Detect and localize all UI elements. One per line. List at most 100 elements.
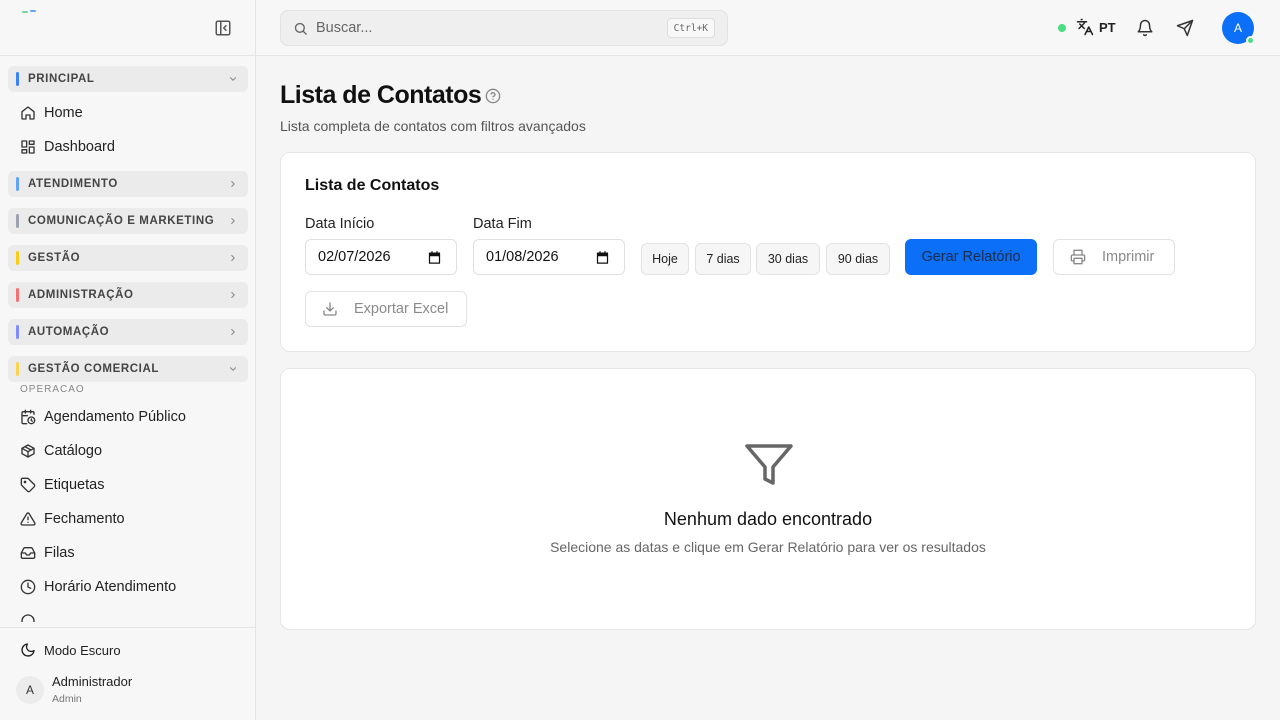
- end-date-label: Data Fim: [473, 216, 532, 232]
- package-icon: [21, 444, 35, 458]
- calendar-icon[interactable]: [595, 250, 610, 265]
- sidebar: PRINCIPAL Home Dashboard ATENDIMENTO COM…: [0, 0, 256, 720]
- nav-group-label: GESTÃO COMERCIAL: [28, 363, 159, 375]
- nav-group-comunicacao-marketing[interactable]: COMUNICAÇÃO E MARKETING: [8, 208, 248, 234]
- nav-group-label: PRINCIPAL: [28, 73, 95, 85]
- download-icon: [323, 302, 337, 316]
- chevron-right-icon: [231, 217, 235, 225]
- group-color-bar: [16, 251, 19, 265]
- export-excel-button[interactable]: Exportar Excel: [305, 291, 467, 327]
- nav-group-label: ADMINISTRAÇÃO: [28, 289, 134, 301]
- dark-mode-toggle[interactable]: Modo Escuro: [20, 642, 121, 658]
- avatar: A: [16, 675, 44, 704]
- chevron-right-icon: [231, 180, 235, 188]
- warning-triangle-icon: [20, 512, 36, 526]
- dashboard-icon: [21, 140, 35, 154]
- nav-group-label: AUTOMAÇÃO: [28, 326, 110, 338]
- sidebar-toggle-icon[interactable]: [214, 19, 232, 37]
- tag-icon: [20, 477, 36, 493]
- sidebar-item-label: Filas: [44, 545, 75, 561]
- sidebar-item-label: Home: [44, 105, 83, 121]
- sidebar-item-agendamento-publico[interactable]: Agendamento Público: [8, 400, 248, 434]
- quick-range-30-days-button[interactable]: 30 dias: [756, 243, 820, 275]
- inbox-icon: [20, 547, 36, 559]
- end-date-value: 01/08/2026: [486, 249, 559, 265]
- chevron-down-icon: [229, 367, 237, 371]
- group-color-bar: [16, 214, 19, 228]
- filters-card-title: Lista de Contatos: [305, 177, 440, 194]
- search-box[interactable]: Ctrl+K: [280, 10, 728, 46]
- language-code: PT: [1099, 19, 1116, 35]
- help-circle-icon[interactable]: [485, 88, 501, 104]
- start-date-label: Data Início: [305, 216, 375, 232]
- circle-icon: [21, 614, 35, 622]
- user-name: Administrador: [52, 674, 133, 689]
- sidebar-item-label: Dashboard: [44, 139, 115, 155]
- send-icon[interactable]: [1176, 19, 1194, 37]
- chevron-down-icon: [229, 77, 237, 81]
- sidebar-item-label: Agendamento Público: [44, 409, 186, 425]
- page-title: Lista de Contatos: [280, 81, 482, 109]
- top-header: Ctrl+K PT A: [256, 0, 1280, 56]
- sidebar-header: [0, 0, 255, 56]
- nav-group-label: ATENDIMENTO: [28, 178, 118, 190]
- chevron-right-icon: [231, 328, 235, 336]
- empty-state-subtitle: Selecione as datas e clique em Gerar Rel…: [550, 539, 986, 555]
- user-profile[interactable]: A Administrador Admin: [16, 674, 132, 705]
- page-subtitle: Lista completa de contatos com filtros a…: [280, 118, 586, 134]
- print-label: Imprimir: [1102, 249, 1155, 265]
- quick-range-90-days-button[interactable]: 90 dias: [826, 243, 890, 275]
- nav-section-label: OPERACAO: [20, 384, 85, 395]
- sidebar-nav: PRINCIPAL Home Dashboard ATENDIMENTO COM…: [8, 66, 248, 622]
- sidebar-item-dashboard[interactable]: Dashboard: [8, 130, 248, 164]
- nav-group-principal[interactable]: PRINCIPAL: [8, 66, 248, 92]
- sidebar-item-home[interactable]: Home: [8, 96, 248, 130]
- moon-icon: [21, 643, 35, 657]
- nav-group-label: GESTÃO: [28, 252, 81, 264]
- sidebar-item-catalogo[interactable]: Catálogo: [8, 434, 248, 468]
- connection-status-dot: [1058, 24, 1066, 32]
- nav-group-automacao[interactable]: AUTOMAÇÃO: [8, 319, 248, 345]
- logo-icon: [22, 10, 36, 13]
- keyboard-shortcut-badge: Ctrl+K: [666, 18, 715, 38]
- nav-group-administracao[interactable]: ADMINISTRAÇÃO: [8, 282, 248, 308]
- group-color-bar: [16, 325, 19, 339]
- nav-group-gestao-comercial[interactable]: GESTÃO COMERCIAL: [8, 356, 248, 382]
- filters-card: Lista de Contatos Data Início 02/07/2026…: [280, 152, 1256, 352]
- quick-range-today-button[interactable]: Hoje: [641, 243, 689, 275]
- chevron-right-icon: [231, 254, 235, 262]
- search-input[interactable]: [316, 20, 646, 36]
- sidebar-item-etiquetas[interactable]: Etiquetas: [8, 468, 248, 502]
- user-role: Admin: [52, 693, 82, 705]
- group-color-bar: [16, 177, 19, 191]
- bell-icon[interactable]: [1136, 19, 1154, 37]
- sidebar-item-partial[interactable]: [8, 604, 248, 622]
- printer-icon: [1070, 249, 1086, 265]
- online-indicator: [1246, 36, 1255, 45]
- nav-group-atendimento[interactable]: ATENDIMENTO: [8, 171, 248, 197]
- language-selector[interactable]: PT: [1076, 18, 1116, 36]
- quick-range-7-days-button[interactable]: 7 dias: [695, 243, 751, 275]
- dark-mode-label: Modo Escuro: [44, 642, 121, 658]
- clock-icon: [20, 579, 36, 595]
- end-date-input[interactable]: 01/08/2026: [473, 239, 625, 275]
- calendar-clock-icon: [21, 409, 36, 425]
- sidebar-item-fechamento[interactable]: Fechamento: [8, 502, 248, 536]
- print-button[interactable]: Imprimir: [1053, 239, 1175, 275]
- group-color-bar: [16, 72, 19, 86]
- filter-funnel-icon: [745, 444, 793, 485]
- empty-state-title: Nenhum dado encontrado: [663, 509, 873, 529]
- chevron-right-icon: [231, 291, 235, 299]
- user-avatar-button[interactable]: A: [1222, 12, 1255, 45]
- start-date-input[interactable]: 02/07/2026: [305, 239, 457, 275]
- calendar-icon[interactable]: [427, 250, 442, 265]
- sidebar-footer: Modo Escuro A Administrador Admin: [0, 627, 255, 720]
- sidebar-item-label: Fechamento: [44, 511, 125, 527]
- sidebar-item-filas[interactable]: Filas: [8, 536, 248, 570]
- group-color-bar: [16, 362, 19, 376]
- sidebar-item-horario-atendimento[interactable]: Horário Atendimento: [8, 570, 248, 604]
- generate-report-button[interactable]: Gerar Relatório: [905, 239, 1037, 275]
- sidebar-item-label: Horário Atendimento: [44, 579, 177, 595]
- translate-icon: [1076, 18, 1094, 36]
- nav-group-gestao[interactable]: GESTÃO: [8, 245, 248, 271]
